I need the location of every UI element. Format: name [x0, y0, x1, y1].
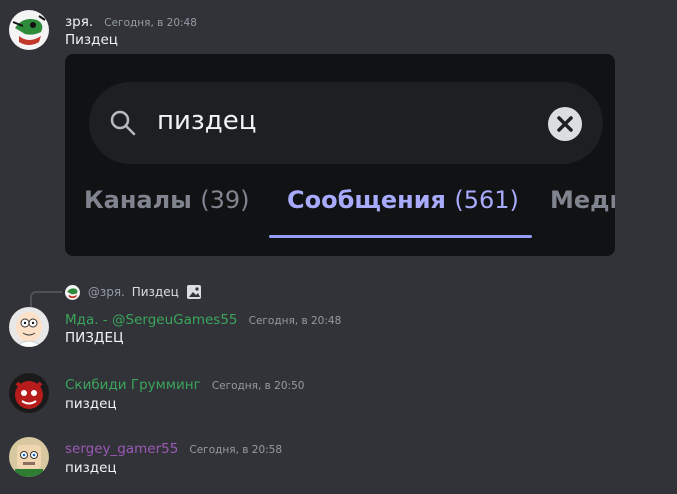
- timestamp: Сегодня, в 20:48: [248, 315, 342, 327]
- attached-image[interactable]: пиздец Каналы (39) Сообщения (561) Меди: [65, 54, 615, 256]
- reply-text: Пиздец: [131, 285, 179, 299]
- search-bar: пиздец: [89, 82, 603, 164]
- tab-media: Меди: [550, 186, 615, 214]
- clear-icon: [548, 107, 582, 141]
- message-text: Пиздец: [65, 32, 118, 48]
- search-query: пиздец: [157, 106, 257, 136]
- reply-connector: [30, 291, 62, 307]
- avatar-zrya[interactable]: [9, 10, 49, 50]
- reply-avatar: [65, 284, 80, 300]
- active-tab-indicator: [269, 235, 532, 238]
- result-tabs: Каналы (39) Сообщения (561) Меди: [84, 186, 615, 216]
- reply-reference[interactable]: @зря. Пиздец: [65, 284, 202, 300]
- reply-author[interactable]: @зря.: [88, 285, 125, 299]
- search-icon: [110, 110, 136, 136]
- timestamp: Сегодня, в 20:58: [189, 444, 283, 456]
- message-text: пиздец: [65, 460, 117, 476]
- avatar-sergeugames[interactable]: [9, 307, 49, 347]
- timestamp: Сегодня, в 20:50: [211, 380, 305, 392]
- message-text: ПИЗДЕЦ: [65, 330, 124, 346]
- avatar-sergey-gamer[interactable]: [9, 437, 49, 477]
- timestamp: Сегодня, в 20:48: [104, 17, 197, 29]
- tab-channels: Каналы (39): [84, 186, 250, 214]
- author-name[interactable]: Скибиди Грумминг: [65, 377, 201, 393]
- author-name[interactable]: зря.: [65, 14, 93, 30]
- author-name[interactable]: Мда. - @SergeuGames55: [65, 312, 238, 328]
- author-name[interactable]: sergey_gamer55: [65, 441, 178, 457]
- image-icon: [186, 285, 201, 299]
- avatar-skibidi[interactable]: [9, 373, 49, 413]
- message-text: пиздец: [65, 396, 117, 412]
- tab-messages: Сообщения (561): [287, 186, 519, 214]
